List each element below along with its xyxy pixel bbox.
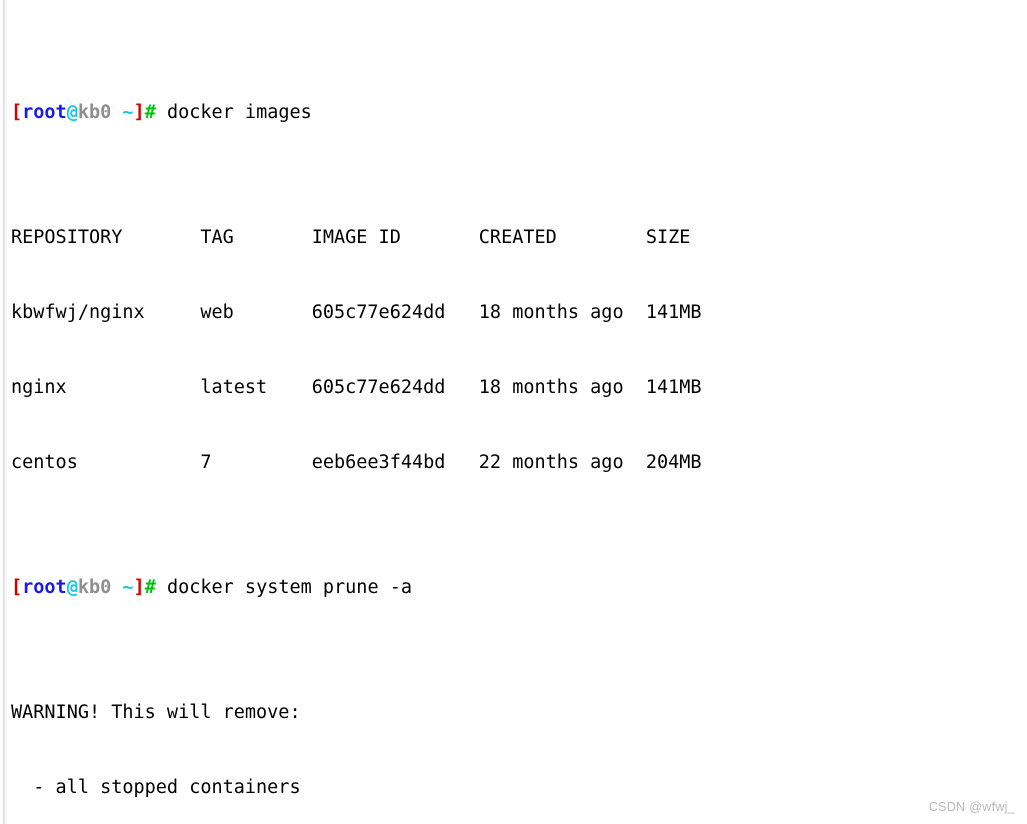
images-table-header-1: REPOSITORY TAG IMAGE ID CREATED SIZE	[11, 227, 691, 248]
prompt-close-bracket: ]	[133, 102, 145, 123]
prompt-user: root	[22, 577, 67, 598]
terminal-window[interactable]: [root@kb0 ~]# docker images REPOSITORY T…	[0, 0, 1027, 824]
command-docker-images-1: docker images	[155, 102, 312, 123]
table-row: kbwfwj/nginx web 605c77e624dd 18 months …	[11, 302, 702, 323]
warning-item: - all stopped containers	[11, 777, 301, 798]
warning-header: WARNING! This will remove:	[11, 702, 301, 723]
prompt-line-2: [root@kb0 ~]# docker system prune -a	[11, 575, 1021, 600]
prompt-host: kb0	[77, 102, 112, 123]
csdn-watermark: CSDN @wfwj_	[928, 800, 1015, 814]
prompt-open-bracket: [	[11, 577, 23, 598]
prompt-close-bracket: ]	[133, 577, 145, 598]
table-row: centos 7 eeb6ee3f44bd 22 months ago 204M…	[11, 452, 702, 473]
prompt-path: ~	[111, 577, 134, 598]
prompt-user: root	[22, 102, 67, 123]
prompt-sigil: #	[144, 577, 156, 598]
prompt-line-1: [root@kb0 ~]# docker images	[11, 100, 1021, 125]
prompt-open-bracket: [	[11, 102, 23, 123]
prompt-at-symbol: @	[66, 577, 78, 598]
window-left-border	[3, 0, 5, 824]
terminal-screen[interactable]: [root@kb0 ~]# docker images REPOSITORY T…	[11, 0, 1021, 824]
window-left-border-inner	[6, 0, 7, 824]
prompt-host: kb0	[77, 577, 112, 598]
prompt-at-symbol: @	[66, 102, 78, 123]
prompt-sigil: #	[144, 102, 156, 123]
command-docker-system-prune: docker system prune -a	[155, 577, 413, 598]
prompt-path: ~	[111, 102, 134, 123]
table-row: nginx latest 605c77e624dd 18 months ago …	[11, 377, 702, 398]
